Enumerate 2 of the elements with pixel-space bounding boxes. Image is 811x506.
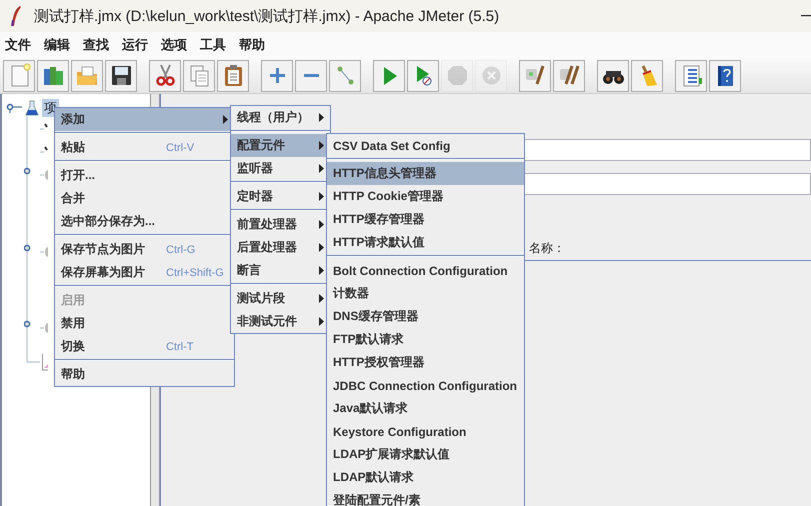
name-label: 名称：	[529, 241, 565, 255]
window-title: 测试打样.jmx (D:\kelun_work\test\测试打样.jmx) - Apache JMeter (5.5)	[34, 6, 500, 26]
